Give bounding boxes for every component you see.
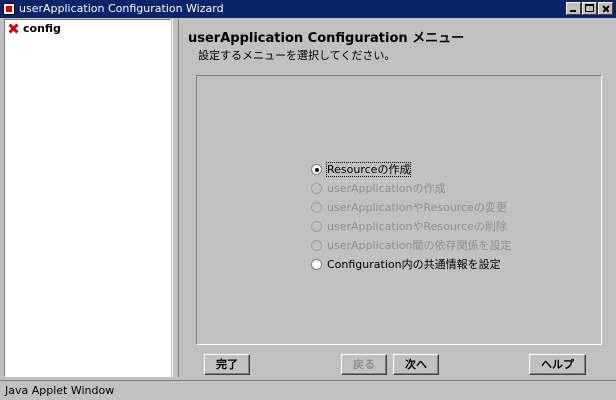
option-label: Resourceの作成 (325, 162, 412, 177)
back-button: 戻る (341, 354, 387, 375)
help-button[interactable]: ヘルプ (529, 354, 586, 375)
tree-node-config[interactable]: config (7, 22, 61, 35)
option-dependencies: userApplication間の依存関係を設定 (311, 239, 511, 252)
title-bar: userApplication Configuration Wizard (0, 0, 616, 18)
instruction-text: 設定するメニューを選択してください。 (198, 49, 396, 62)
maximize-icon (583, 3, 596, 14)
option-create-resource[interactable]: Resourceの作成 (311, 162, 412, 177)
option-label: userApplicationやResourceの変更 (327, 201, 507, 214)
config-icon (7, 22, 20, 35)
option-label: userApplication間の依存関係を設定 (327, 239, 512, 252)
splitter-handle[interactable] (172, 19, 179, 377)
minimize-button[interactable] (566, 2, 581, 15)
close-button[interactable] (598, 2, 613, 15)
radio-button[interactable] (311, 164, 322, 175)
finish-button[interactable]: 完了 (204, 354, 250, 375)
option-delete: userApplicationやResourceの削除 (311, 220, 507, 233)
app-icon (3, 3, 15, 15)
close-icon (599, 3, 612, 14)
maximize-button[interactable] (582, 2, 597, 15)
radio-button[interactable] (311, 259, 322, 270)
option-common-info[interactable]: Configuration内の共通情報を設定 (311, 258, 501, 271)
radio-button (311, 240, 322, 251)
option-create-userapplication: userApplicationの作成 (311, 182, 445, 195)
option-label: userApplicationやResourceの削除 (327, 220, 507, 233)
tree-node-label: config (23, 22, 61, 35)
radio-button (311, 183, 322, 194)
radio-button (311, 221, 322, 232)
tree-panel: config (4, 19, 171, 377)
next-button[interactable]: 次へ (393, 354, 439, 375)
option-modify: userApplicationやResourceの変更 (311, 201, 507, 214)
option-label: userApplicationの作成 (327, 182, 446, 195)
window-controls (566, 2, 613, 15)
status-text: Java Applet Window (5, 384, 115, 397)
window-title: userApplication Configuration Wizard (19, 2, 224, 15)
radio-button (311, 202, 322, 213)
page-title: userApplication Configuration メニュー (188, 31, 465, 46)
option-label: Configuration内の共通情報を設定 (327, 258, 501, 271)
minimize-icon (567, 3, 580, 14)
status-bar: Java Applet Window (0, 380, 616, 400)
